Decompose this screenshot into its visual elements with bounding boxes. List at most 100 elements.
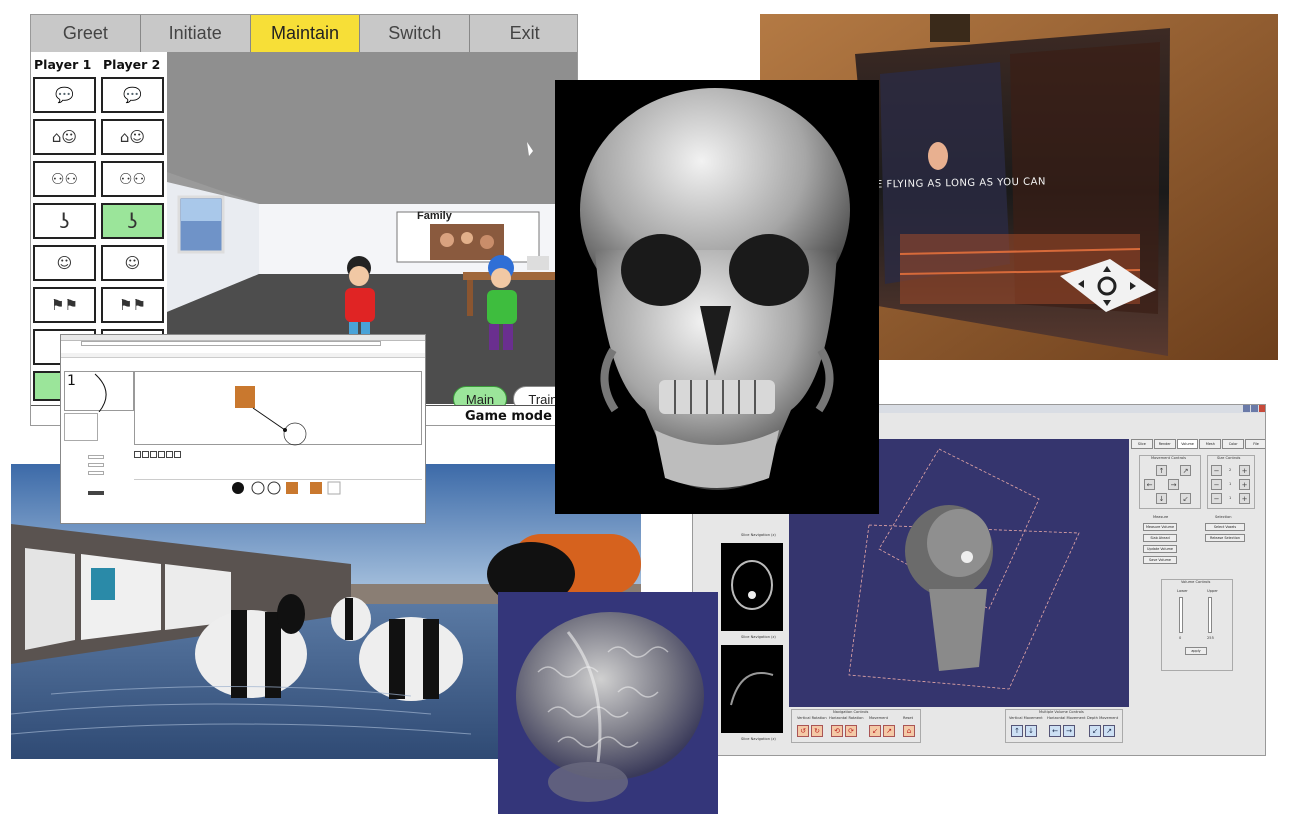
address-bar[interactable]	[81, 341, 381, 346]
measure-header: Measure	[1153, 515, 1169, 519]
mv-depth-out-icon[interactable]: ↗	[1103, 725, 1115, 737]
minimize-icon[interactable]	[1243, 405, 1250, 412]
rotate-up-icon[interactable]: ↺	[797, 725, 809, 737]
move-forward-icon[interactable]: ↙	[869, 725, 881, 737]
move-up-icon[interactable]: ↑	[1156, 465, 1167, 476]
release-selection-button[interactable]: Release Selection	[1205, 534, 1245, 542]
mv-up-icon[interactable]: ↑	[1011, 725, 1023, 737]
property-fields	[64, 447, 130, 521]
tab-greet[interactable]: Greet	[31, 15, 141, 52]
brain-volume-render	[498, 592, 718, 814]
tab-exit[interactable]: Exit	[470, 15, 577, 52]
movement-header: Movement Controls	[1151, 456, 1187, 460]
nav-movement-label: Movement	[869, 716, 889, 720]
size-z-plus-icon[interactable]: +	[1239, 493, 1250, 504]
measure-volume-button[interactable]: Measure Volume	[1143, 523, 1177, 531]
color-swatch[interactable]	[88, 491, 104, 495]
size-z-minus-icon[interactable]: −	[1211, 493, 1222, 504]
mv-depth-in-icon[interactable]: ↙	[1089, 725, 1101, 737]
scenario-canvas[interactable]	[134, 371, 422, 446]
size-x-plus-icon[interactable]: +	[1239, 465, 1250, 476]
tab-render[interactable]: Render	[1153, 439, 1176, 449]
maximize-icon[interactable]	[1251, 405, 1258, 412]
tab-file[interactable]: File	[1245, 439, 1265, 449]
tool-1[interactable]	[134, 451, 141, 458]
ear-icon: ʖ	[127, 209, 138, 233]
slab-ahead-button[interactable]: Slab Ahead	[1143, 534, 1177, 542]
size-y-plus-icon[interactable]: +	[1239, 479, 1250, 490]
tab-slice[interactable]: Slice	[1131, 439, 1153, 449]
select-voxels-button[interactable]: Select Voxels	[1205, 523, 1245, 531]
tab-color[interactable]: Color	[1222, 439, 1245, 449]
p1-listen-card[interactable]: ʖ	[33, 203, 96, 239]
p2-house-card[interactable]: ⌂☺	[101, 119, 164, 155]
move-right-icon[interactable]: →	[1168, 479, 1179, 490]
finish-flag-icon: ⚑⚑	[119, 296, 146, 314]
canvas-stroke	[94, 373, 107, 412]
tool-6[interactable]	[174, 451, 181, 458]
mv-left-icon[interactable]: ←	[1049, 725, 1061, 737]
update-volume-button[interactable]: Update Volume	[1143, 545, 1177, 553]
lower-threshold-slider[interactable]	[1179, 597, 1183, 633]
rotate-left-icon[interactable]: ⟲	[831, 725, 843, 737]
volume-header: Volume Controls	[1181, 580, 1211, 584]
p1-finish-card[interactable]: ⚑⚑	[33, 287, 96, 323]
apply-button[interactable]: apply	[1185, 647, 1207, 655]
p2-emotion-card[interactable]: ☺	[101, 245, 164, 281]
tool-5[interactable]	[166, 451, 173, 458]
p2-finish-card[interactable]: ⚑⚑	[101, 287, 164, 323]
p1-chat-card[interactable]: 💬	[33, 77, 96, 113]
slice-label-3: Slice Navigation (z)	[741, 737, 776, 741]
move-back-icon[interactable]: ↗	[883, 725, 895, 737]
slice-thumbnail-axial[interactable]	[721, 543, 783, 631]
ear-icon: ʖ	[59, 209, 70, 233]
size-y-value: 1	[1229, 482, 1232, 486]
tool-4[interactable]	[158, 451, 165, 458]
properties-box[interactable]	[64, 413, 98, 441]
save-volume-button[interactable]: Save Volume	[1143, 556, 1177, 564]
slide-preview-canvas[interactable]: 1	[64, 371, 134, 412]
mv-horizontal-label: Horizontal Movement	[1047, 716, 1086, 720]
tool-2[interactable]	[142, 451, 149, 458]
tab-switch[interactable]: Switch	[360, 15, 471, 52]
tab-initiate[interactable]: Initiate	[140, 15, 251, 52]
p1-emotion-card[interactable]: ☺	[33, 245, 96, 281]
tab-maintain[interactable]: Maintain	[250, 15, 361, 52]
move-left-icon[interactable]: ←	[1144, 479, 1155, 490]
chat-bubble-icon: 💬	[55, 86, 74, 104]
mv-depth-label: Depth Movement	[1087, 716, 1119, 720]
phase-tab-bar: Greet Initiate Maintain Switch Exit	[31, 15, 577, 52]
tab-mesh[interactable]: Mesh	[1199, 439, 1222, 449]
field-2[interactable]	[88, 463, 104, 467]
tool-3[interactable]	[150, 451, 157, 458]
upper-threshold-slider[interactable]	[1208, 597, 1212, 633]
connection-line	[252, 407, 307, 446]
mv-down-icon[interactable]: ↓	[1025, 725, 1037, 737]
volume-controls-group	[1161, 579, 1233, 671]
rotate-right-icon[interactable]: ⟳	[845, 725, 857, 737]
size-x-minus-icon[interactable]: −	[1211, 465, 1222, 476]
p2-chat-card[interactable]: 💬	[101, 77, 164, 113]
lower-col-label: Lower	[1177, 589, 1188, 593]
field-3[interactable]	[88, 471, 104, 475]
p1-people-card[interactable]: ⚇⚇	[33, 161, 96, 197]
move-up-right-icon[interactable]: ↗	[1180, 465, 1191, 476]
asset-strip-icons	[232, 481, 341, 495]
selection-header: Selection	[1215, 515, 1232, 519]
move-down-icon[interactable]: ↓	[1156, 493, 1167, 504]
reset-view-icon[interactable]: ⌂	[903, 725, 915, 737]
close-icon[interactable]	[1259, 405, 1265, 412]
mv-right-icon[interactable]: →	[1063, 725, 1075, 737]
size-y-minus-icon[interactable]: −	[1211, 479, 1222, 490]
editor-menu-bar	[61, 353, 425, 358]
rotate-down-icon[interactable]: ↻	[811, 725, 823, 737]
p2-listen-card[interactable]: ʖ	[101, 203, 164, 239]
tab-volume[interactable]: Volume	[1176, 439, 1199, 449]
size-z-value: 1	[1229, 496, 1232, 500]
slice-thumbnail-sagittal[interactable]	[721, 645, 783, 733]
p2-people-card[interactable]: ⚇⚇	[101, 161, 164, 197]
move-down-left-icon[interactable]: ↙	[1180, 493, 1191, 504]
ct-skull-render	[555, 80, 879, 514]
p1-house-card[interactable]: ⌂☺	[33, 119, 96, 155]
field-1[interactable]	[88, 455, 104, 459]
